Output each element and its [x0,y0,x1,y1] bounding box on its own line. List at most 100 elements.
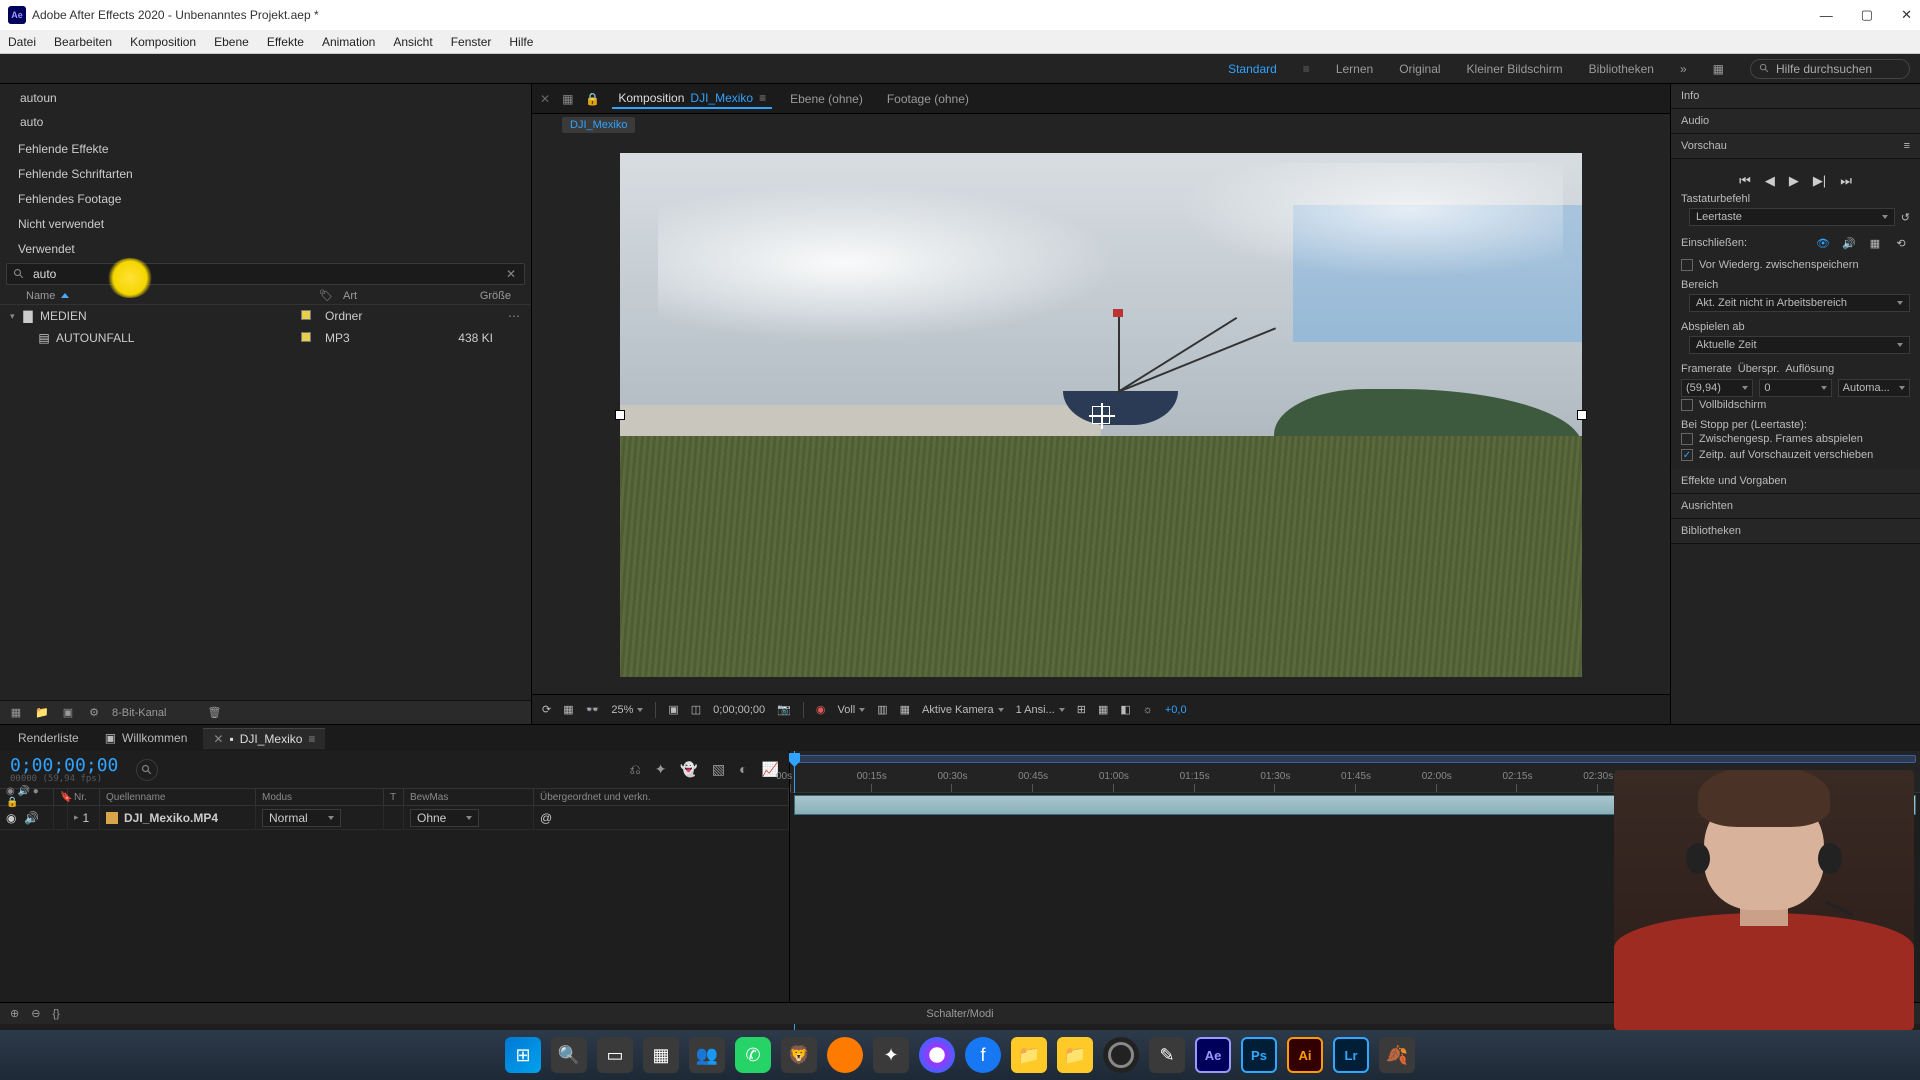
last-frame-button[interactable]: ⏭ [1840,173,1852,189]
menu-ansicht[interactable]: Ansicht [393,35,432,49]
app2-icon[interactable]: ✎ [1149,1037,1185,1073]
tab-footage[interactable]: Footage (ohne) [881,90,975,108]
work-area-bar[interactable] [794,755,1916,763]
loop-icon[interactable]: ⟲ [1892,235,1910,251]
maximize-button[interactable]: ▢ [1861,7,1873,23]
menu-effekte[interactable]: Effekte [267,35,304,49]
layer-color-icon[interactable] [106,812,118,824]
framerate-select[interactable]: (59,94) [1681,379,1753,397]
project-folder-row[interactable]: ▾ ▇ MEDIEN Ordner ⋯ [0,305,531,327]
parent-pickwhip-icon[interactable]: @ [540,811,552,825]
cache-before-play-checkbox[interactable]: Vor Wiederg. zwischenspeichern [1681,257,1910,273]
blend-mode-select[interactable]: Normal [262,809,341,827]
illustrator-icon[interactable]: Ai [1287,1037,1323,1073]
reset-shortcut-icon[interactable]: ↺ [1901,211,1910,224]
dpr-icon[interactable]: ▣ [668,703,678,716]
toggle-brackets-icon[interactable]: {} [52,1008,59,1020]
filter-used[interactable]: Verwendet [0,234,531,259]
panel-effects-header[interactable]: Effekte und Vorgaben [1671,469,1920,494]
filter-missing-footage[interactable]: Fehlendes Footage [0,184,531,209]
lock-icon[interactable]: 🔒 [585,92,600,106]
panel-libs-header[interactable]: Bibliotheken [1671,519,1920,544]
menu-fenster[interactable]: Fenster [451,35,492,49]
guides-icon[interactable]: ▦ [900,703,910,716]
suggestion-item[interactable]: auto [0,110,531,134]
col-name[interactable]: Name [26,290,55,302]
viewer-grid-icon[interactable]: ▦ [562,92,573,106]
include-overlays-icon[interactable]: ▦ [1866,235,1884,251]
switches-modes-button[interactable]: Schalter/Modi [926,1008,993,1020]
always-preview-icon[interactable]: ⟳ [542,703,551,716]
photoshop-icon[interactable]: Ps [1241,1037,1277,1073]
camera-dropdown[interactable]: Aktive Kamera [922,704,1004,716]
3d-view-icon[interactable]: ◧ [1120,703,1130,716]
exposure-value[interactable]: +0,0 [1165,704,1187,716]
transform-handle-icon[interactable] [616,411,624,419]
workspace-kleiner[interactable]: Kleiner Bildschirm [1467,62,1563,76]
trash-icon[interactable]: 🗑 [206,706,222,719]
col-size[interactable]: Größe [453,290,523,302]
label-swatch-icon[interactable] [301,332,311,342]
after-effects-icon[interactable]: Ae [1195,1037,1231,1073]
interpret-footage-icon[interactable]: ▦ [8,706,24,719]
suggestion-item[interactable]: autoun [0,86,531,110]
panel-align-header[interactable]: Ausrichten [1671,494,1920,519]
reset-exposure-icon[interactable]: ☼ [1143,704,1153,716]
col-parent[interactable]: Übergeordnet und verkn. [540,792,651,803]
explorer-icon[interactable]: 📁 [1011,1037,1047,1073]
skip-select[interactable]: 0 [1759,379,1831,397]
panel-menu-icon[interactable]: ≡ [1904,140,1910,152]
col-mode[interactable]: Modus [262,792,292,803]
whatsapp-icon[interactable]: ✆ [735,1037,771,1073]
new-comp-icon[interactable]: ▣ [60,706,76,719]
fullscreen-checkbox[interactable]: Vollbildschirm [1681,397,1910,413]
tab-comp-timeline[interactable]: ✕▪DJI_Mexiko≡ [203,728,325,749]
close-tab-icon[interactable]: ✕ [213,732,223,746]
tab-menu-icon[interactable]: ≡ [308,732,315,746]
motion-blur-icon[interactable]: ◐ [739,761,747,778]
clear-search-icon[interactable]: ✕ [498,267,524,281]
workspace-original[interactable]: Original [1399,62,1440,76]
tab-renderlist[interactable]: Renderliste [8,728,89,748]
first-frame-button[interactable]: ⏮ [1739,173,1751,189]
tab-welcome[interactable]: ▣Willkommen [95,728,198,748]
draft3d-icon[interactable]: ✦ [655,761,667,778]
shy-icon[interactable]: 👻 [680,761,697,778]
brave-icon[interactable]: 🦁 [781,1037,817,1073]
workspace-grid-icon[interactable]: ▦ [1713,62,1724,76]
notes-icon[interactable]: 📁 [1057,1037,1093,1073]
viewer-breadcrumb[interactable]: DJI_Mexiko [562,117,635,133]
label-swatch-icon[interactable] [301,310,311,320]
grid-safe-icon[interactable]: ▦ [1098,703,1108,716]
obs-icon[interactable] [1103,1037,1139,1073]
workspace-standard[interactable]: Standard [1228,62,1277,76]
tab-layer[interactable]: Ebene (ohne) [784,90,869,108]
col-source[interactable]: Quellenname [106,792,165,803]
close-button[interactable]: ✕ [1901,7,1912,23]
workspace-lernen[interactable]: Lernen [1336,62,1373,76]
timeline-search-button[interactable] [136,759,158,781]
misc-icon[interactable]: 🍂 [1379,1037,1415,1073]
workspace-bibliotheken[interactable]: Bibliotheken [1589,62,1654,76]
project-search[interactable]: ✕ [6,263,525,285]
filter-missing-fonts[interactable]: Fehlende Schriftarten [0,159,531,184]
panel-preview-header[interactable]: Vorschau≡ [1671,134,1920,159]
lightroom-icon[interactable]: Lr [1333,1037,1369,1073]
visibility-toggle-icon[interactable]: ◉ [6,811,20,825]
include-video-icon[interactable]: 👁 [1814,235,1832,251]
mask-toggle-icon[interactable]: 👓 [586,703,600,716]
channel-icon[interactable]: ◉ [816,703,826,716]
close-tab-icon[interactable]: ✕ [540,92,550,106]
menu-ebene[interactable]: Ebene [214,35,249,49]
resolution-dropdown[interactable]: Voll [837,704,865,716]
comp-flowchart-icon[interactable]: ⎌ [629,761,640,778]
anchor-point-icon[interactable] [1092,406,1110,424]
fast-preview-icon[interactable]: ▥ [877,703,887,716]
new-folder-icon[interactable]: 📁 [34,706,50,719]
filter-missing-effects[interactable]: Fehlende Effekte [0,134,531,159]
include-audio-icon[interactable]: 🔊 [1840,235,1858,251]
col-type[interactable]: Art [343,290,453,302]
roi-icon[interactable]: ◫ [691,703,701,716]
workspace-overflow-icon[interactable]: » [1680,62,1687,76]
snapshot-icon[interactable]: 📷 [777,703,791,716]
